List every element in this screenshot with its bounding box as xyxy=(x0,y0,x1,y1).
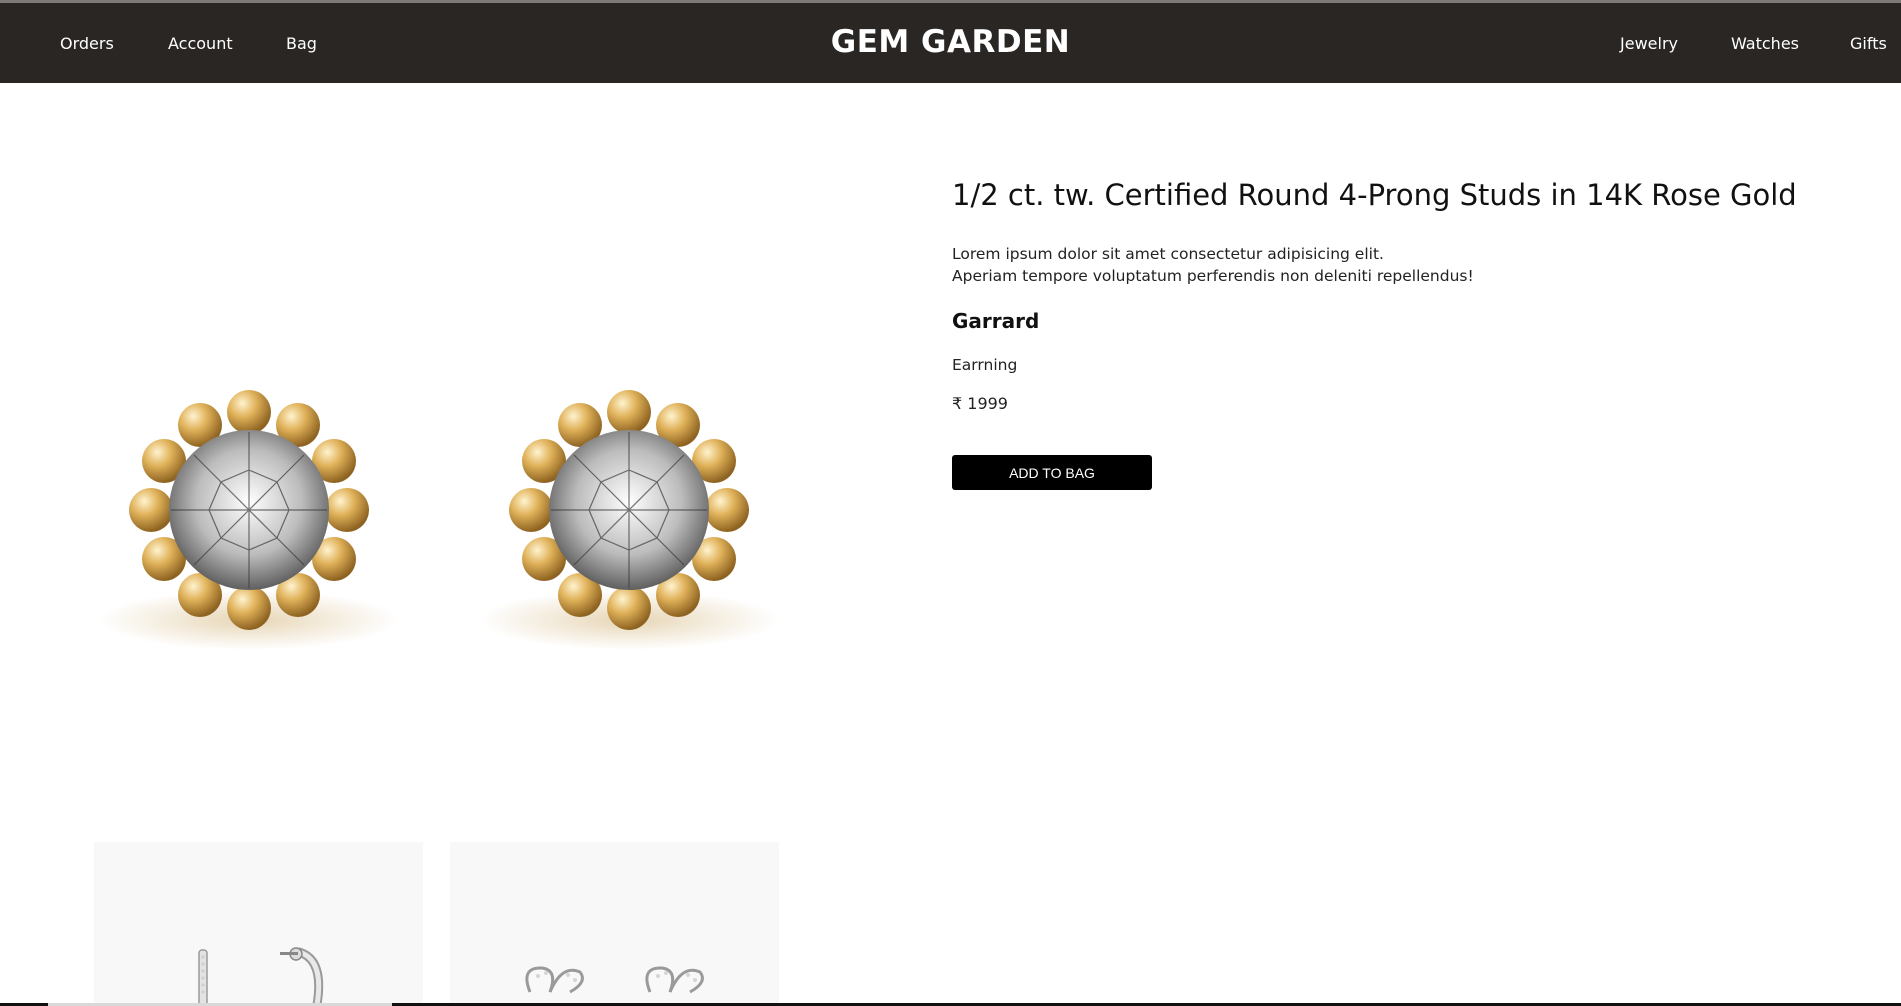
product-category: Earrning xyxy=(952,356,1018,374)
related-product-thumbnail[interactable] xyxy=(94,842,423,1006)
nav-watches-link[interactable]: Watches xyxy=(1731,34,1799,53)
product-description-line-2: Aperiam tempore voluptatum perferendis n… xyxy=(952,267,1474,285)
nav-jewelry-link[interactable]: Jewelry xyxy=(1620,34,1678,53)
brand-logo-wrapper: GEM GARDEN xyxy=(0,24,1901,60)
product-title: 1/2 ct. tw. Certified Round 4-Prong Stud… xyxy=(952,178,1797,212)
add-to-bag-button[interactable]: ADD TO BAG xyxy=(952,455,1152,490)
silver-butterfly-earrings-icon xyxy=(525,966,704,994)
silver-hoop-earrings-icon xyxy=(198,947,324,1006)
nav-gifts-link[interactable]: Gifts xyxy=(1850,34,1887,53)
related-product-thumbnail[interactable] xyxy=(450,842,779,1006)
product-price: ₹ 1999 xyxy=(952,394,1008,413)
product-image xyxy=(94,370,784,670)
product-brand: Garrard xyxy=(952,309,1040,333)
brand-logo[interactable]: GEM GARDEN xyxy=(831,24,1070,60)
top-navbar: Orders Account Bag GEM GARDEN Jewelry Wa… xyxy=(0,3,1901,83)
product-description-line-1: Lorem ipsum dolor sit amet consectetur a… xyxy=(952,245,1384,263)
gold-diamond-stud-earrings-icon xyxy=(99,390,779,650)
